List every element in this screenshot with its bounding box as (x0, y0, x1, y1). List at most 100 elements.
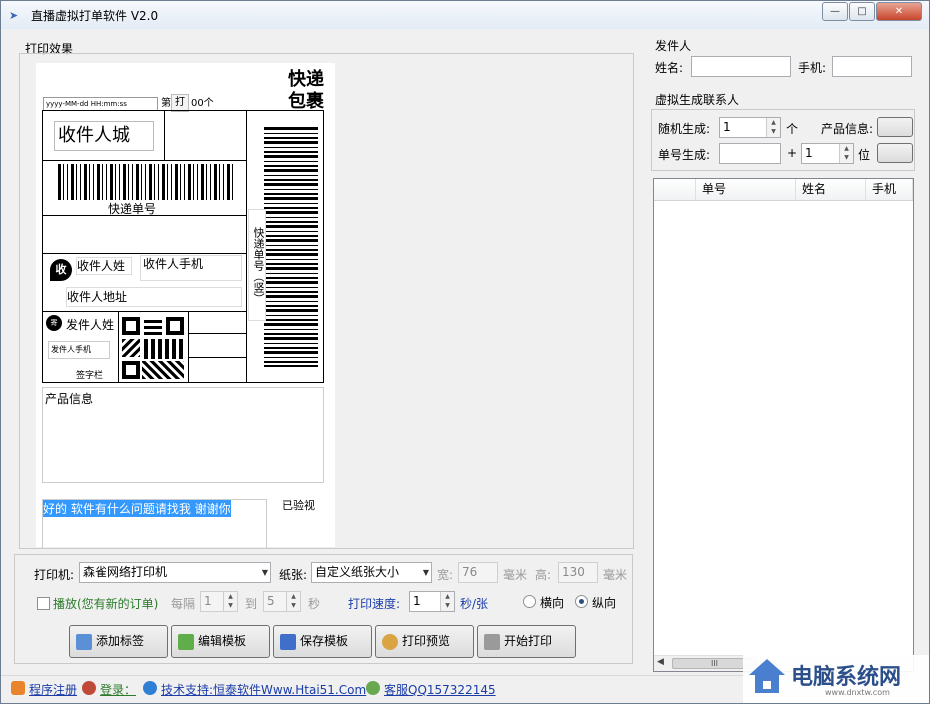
start-print-button[interactable]: 开始打印 (477, 625, 576, 658)
random-generate-label: 随机生成: (658, 122, 711, 136)
virtual-contacts-group-label: 虚拟生成联系人 (655, 93, 740, 107)
interval-label: 每隔 (171, 597, 196, 611)
contacts-list[interactable]: 单号 姓名 手机 ◀ III (653, 178, 914, 672)
paper-select[interactable]: 自定义纸张大小 ▼ (311, 562, 432, 583)
header-phone[interactable]: 手机 (866, 179, 913, 200)
sender-badge: 寄 (46, 315, 62, 331)
scroll-left-icon[interactable]: ◀ (657, 657, 664, 667)
house-icon (749, 659, 785, 695)
frame-line (42, 110, 324, 111)
maximize-button[interactable]: □ (849, 2, 875, 21)
frame-line (42, 160, 247, 161)
login-link[interactable]: 登录： (100, 681, 136, 698)
date-field: yyyy-MM-dd HH:mm:ss (43, 97, 158, 111)
qr-code (120, 315, 186, 381)
frame-line (188, 357, 247, 358)
random-count-input[interactable]: 1 ▲ ▼ (719, 117, 781, 138)
vertical-barcode (264, 127, 318, 367)
signature-field: 签字栏 (76, 371, 104, 381)
order-digits-value: 1 (805, 146, 813, 160)
horizontal-barcode (58, 164, 234, 200)
contacts-list-header: 单号 姓名 手机 (654, 179, 913, 201)
interval-to-spinner[interactable]: ▲ ▼ (286, 592, 300, 611)
main-window: ➤ 直播虚拟打单软件 V2.0 — □ ✕ 打印效果 yyyy-MM-dd HH… (0, 0, 930, 704)
header-name[interactable]: 姓名 (796, 179, 866, 200)
save-template-button[interactable]: 保存模板 (273, 625, 372, 658)
receiver-address: 收件人地址 (66, 287, 242, 307)
width-unit: 毫米 (503, 568, 528, 582)
width-input[interactable]: 76 (458, 562, 498, 583)
label-preview-canvas: yyyy-MM-dd HH:mm:ss 第 打 00个 快递 包裹 收件人城 快… (36, 63, 335, 549)
random-count-spinner[interactable]: ▲ ▼ (766, 118, 780, 137)
receiver-badge: 收 (50, 259, 72, 281)
sender-name-input[interactable] (691, 56, 791, 77)
interval-to-value: 5 (267, 594, 275, 608)
print-speed-unit: 秒/张 (460, 597, 489, 611)
frame-line (246, 110, 247, 382)
product-info-label: 产品信息 (45, 392, 94, 406)
seq-suffix: 00个 (191, 98, 214, 109)
order-prefix-input[interactable] (719, 143, 781, 164)
frame-line (164, 110, 165, 160)
product-info-box: 产品信息 (42, 387, 324, 483)
portrait-label: 纵向 (592, 596, 617, 610)
width-label: 宽: (437, 568, 454, 582)
print-speed-input[interactable]: 1 ▲ ▼ (409, 591, 455, 612)
add-label-button[interactable]: 添加标签 (69, 625, 168, 658)
print-preview-button[interactable]: 打印预览 (375, 625, 474, 658)
height-input[interactable]: 130 (558, 562, 598, 583)
register-link[interactable]: 程序注册 (29, 681, 77, 698)
support-link[interactable]: 技术支持:恒泰软件Www.Htai51.Com (161, 681, 366, 698)
note-box: 好的 软件有什么问题请找我 谢谢你 (42, 499, 267, 549)
header-blank (654, 179, 696, 200)
header-order-no[interactable]: 单号 (696, 179, 796, 200)
receiver-name: 收件人姓 (76, 257, 132, 275)
frame-line (188, 311, 189, 382)
add-label-text: 添加标签 (96, 634, 145, 648)
tracking-no-vertical: 快递单号（竖） (248, 209, 266, 321)
to-label: 到 (245, 597, 258, 611)
frame-line (118, 311, 119, 382)
plus-sign: + (787, 146, 798, 160)
seq-prefix: 第 (161, 98, 171, 109)
play-sound-label: 播放(您有新的订单) (53, 597, 159, 611)
height-label: 高: (535, 568, 552, 582)
order-digits-spinner[interactable]: ▲ ▼ (839, 144, 853, 163)
tracking-no: 快递单号 (108, 202, 157, 216)
product-info-button[interactable] (877, 117, 913, 137)
magnifier-icon (382, 634, 398, 650)
watermark: 电脑系统网 www.dnxtw.com (743, 655, 929, 703)
service-link[interactable]: 客服QQ157322145 (384, 681, 496, 698)
landscape-radio[interactable] (523, 595, 536, 608)
portrait-radio[interactable] (575, 595, 588, 608)
window-title: 直播虚拟打单软件 V2.0 (31, 9, 159, 23)
app-icon: ➤ (9, 9, 19, 22)
paper-value: 自定义纸张大小 (315, 565, 400, 579)
sender-phone-label: 手机: (798, 61, 827, 75)
digits-unit: 位 (858, 148, 871, 162)
interval-to-input[interactable]: 5 ▲ ▼ (263, 591, 301, 612)
printer-label: 打印机: (34, 568, 75, 582)
edit-template-icon (178, 634, 194, 650)
minimize-button[interactable]: — (822, 2, 848, 21)
save-template-text: 保存模板 (300, 634, 349, 648)
sender-phone-input[interactable] (832, 56, 912, 77)
frame-line (42, 311, 247, 312)
interval-from-input[interactable]: 1 ▲ ▼ (200, 591, 238, 612)
edit-template-button[interactable]: 编辑模板 (171, 625, 270, 658)
paper-label: 纸张: (279, 568, 308, 582)
chevron-down-icon: ▼ (261, 568, 268, 577)
order-generate-button[interactable] (877, 143, 913, 163)
printer-select[interactable]: 森雀网络打印机 ▼ (79, 562, 271, 583)
note-text: 好的 软件有什么问题请找我 谢谢你 (43, 500, 231, 517)
product-info-label: 产品信息: (821, 122, 874, 136)
edit-template-text: 编辑模板 (198, 634, 247, 648)
scroll-thumb-grip: III (710, 659, 719, 668)
printer-icon (484, 634, 500, 650)
interval-from-spinner[interactable]: ▲ ▼ (223, 592, 237, 611)
chevron-down-icon: ▼ (422, 568, 429, 577)
close-button[interactable]: ✕ (876, 2, 922, 21)
play-sound-checkbox[interactable] (37, 597, 50, 610)
print-speed-spinner[interactable]: ▲ ▼ (440, 592, 454, 611)
order-digits-input[interactable]: 1 ▲ ▼ (801, 143, 854, 164)
